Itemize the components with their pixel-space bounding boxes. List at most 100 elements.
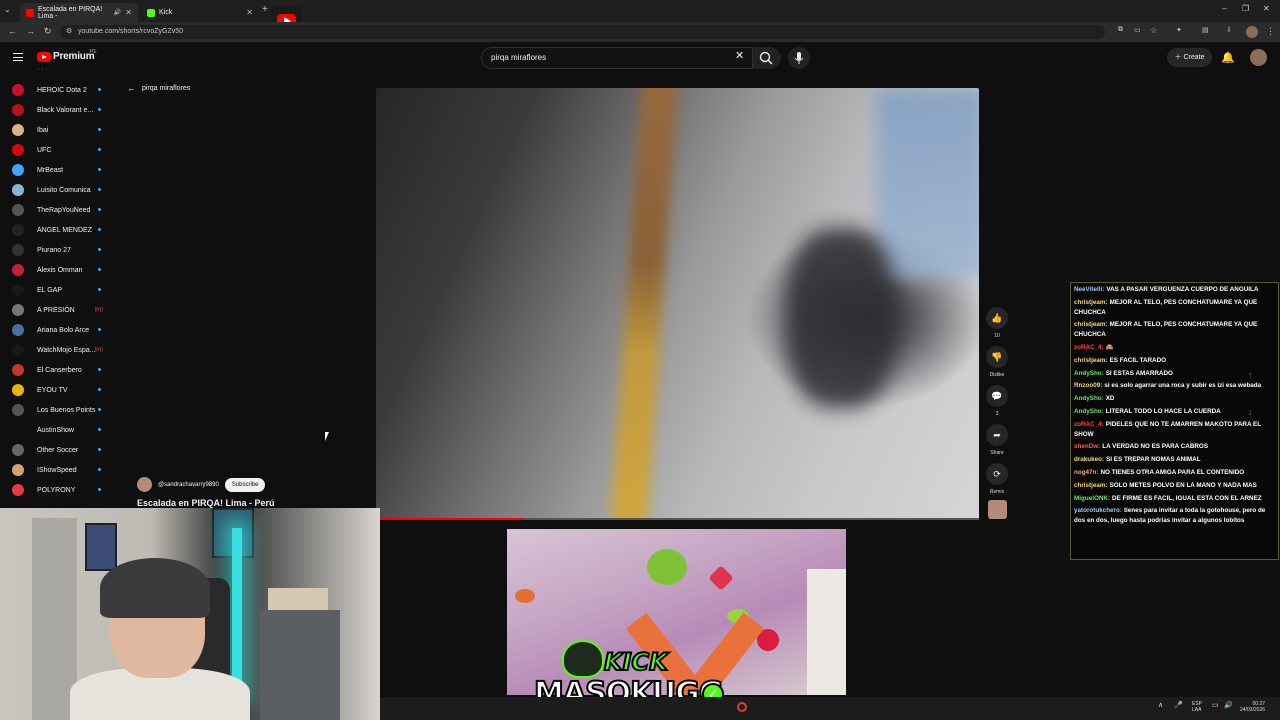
back-arrow-icon[interactable]: ←	[8, 26, 17, 36]
sidebar-subscription-item[interactable]: Alexis Omman	[12, 263, 107, 277]
share-button[interactable]: ➦ Share	[986, 424, 1008, 456]
stream-chat-overlay: NeeVitelli: VAS A PASAR VERGUENZA CUERPO …	[1070, 282, 1279, 560]
channel-thumbnail[interactable]	[988, 500, 1007, 519]
chat-username[interactable]: christjeam:	[1074, 482, 1108, 489]
sidebar-subscription-item[interactable]: EL GAP	[12, 283, 107, 297]
chat-username[interactable]: nog47n:	[1074, 469, 1099, 476]
channel-avatar	[12, 324, 24, 336]
tab-youtube[interactable]: Escalada en PIRQA! Lima - 🔊 ✕	[20, 3, 138, 22]
chat-username[interactable]: NeeVitelli:	[1074, 286, 1104, 293]
chat-username[interactable]: AndySho:	[1074, 370, 1104, 377]
sidebar-subscription-item[interactable]: Black Valorant e...	[12, 103, 107, 117]
site-info-icon[interactable]: ⚙	[66, 25, 72, 39]
language-indicator[interactable]: ESP LAA	[1192, 701, 1202, 713]
volume-icon[interactable]: 🔊	[1224, 701, 1233, 709]
remix-button[interactable]: ⟳ Remix	[986, 463, 1008, 495]
youtube-premium-wordmark[interactable]: Premium	[53, 51, 95, 62]
chat-username[interactable]: Rnzoo09:	[1074, 382, 1102, 389]
forward-arrow-icon[interactable]: →	[26, 26, 35, 36]
create-button[interactable]: ＋ Create	[1167, 48, 1212, 67]
search-input[interactable]: pirqa miraflores	[481, 47, 753, 69]
extensions-icon[interactable]: ✦	[1176, 26, 1182, 34]
sidebar-subscription-item[interactable]: WatchMojo Espa... ((•))	[12, 343, 107, 357]
chat-username[interactable]: christjeam:	[1074, 321, 1108, 328]
browser-menu-icon[interactable]: ⋮	[1266, 26, 1275, 37]
shorts-back-link[interactable]: ← pirqa miraflores	[127, 83, 190, 93]
mouse-cursor-icon	[325, 432, 332, 441]
sidebar-subscription-item[interactable]: Los Buenos Points	[12, 403, 107, 417]
chat-message: nog47n: NO TIENES OTRA AMIGA PARA EL CONT…	[1074, 468, 1275, 478]
translate-icon[interactable]: ⧉	[1118, 26, 1123, 34]
subscription-label: ANGEL MENDEZ	[37, 226, 92, 234]
chat-username[interactable]: yatorotukchero:	[1074, 507, 1122, 514]
sidebar-subscription-item[interactable]: EYOU TV	[12, 383, 107, 397]
downloads-icon[interactable]: ⇩	[1226, 26, 1232, 34]
thumbs-up-icon: 👍	[986, 307, 1008, 329]
shorts-video-player[interactable]	[376, 88, 979, 520]
menu-hamburger-icon[interactable]	[13, 53, 23, 61]
sidebar-subscription-item[interactable]: Ibai	[12, 123, 107, 137]
speaker-icon[interactable]: 🔊	[114, 9, 121, 16]
subscribe-button[interactable]: Subscribe	[224, 477, 266, 492]
minimize-button[interactable]: –	[1222, 4, 1226, 13]
tray-chevron-icon[interactable]: ∧	[1158, 701, 1163, 709]
profile-avatar[interactable]	[1246, 26, 1258, 38]
sidebar-subscription-item[interactable]: Ariana Bolo Arce	[12, 323, 107, 337]
sidebar-subscription-item[interactable]: Luisito Comunica	[12, 183, 107, 197]
network-icon[interactable]: ▭	[1212, 701, 1219, 709]
tab-close-icon[interactable]: ✕	[125, 8, 132, 17]
chat-username[interactable]: AndySho:	[1074, 395, 1104, 402]
tab-list-icon[interactable]: ⌄	[4, 5, 11, 14]
address-bar[interactable]: ⚙ youtube.com/shorts/rcvoZyGZv50	[60, 25, 1105, 39]
search-button[interactable]	[753, 47, 781, 69]
sidebar-subscription-item[interactable]: TheRapYouNeed	[12, 203, 107, 217]
comments-button[interactable]: 💬 3	[986, 385, 1008, 417]
reload-icon[interactable]: ↻	[44, 26, 52, 37]
sidebar-subscription-item[interactable]: IShowSpeed	[12, 463, 107, 477]
maximize-button[interactable]: ❐	[1242, 4, 1249, 13]
voice-search-button[interactable]	[788, 47, 810, 69]
sidebar-subscription-item[interactable]: AustinShow	[12, 423, 107, 437]
channel-avatar	[12, 384, 24, 396]
account-avatar[interactable]	[1250, 49, 1267, 66]
sidebar-subscription-item[interactable]: ANGEL MENDEZ	[12, 223, 107, 237]
chat-username[interactable]: christjeam:	[1074, 357, 1108, 364]
channel-handle[interactable]: @sandrachavarry9890	[158, 482, 219, 488]
tab-close-icon[interactable]: ✕	[246, 8, 253, 17]
taskbar-app-icon[interactable]	[737, 702, 747, 712]
close-window-button[interactable]: ✕	[1263, 4, 1270, 13]
chat-username[interactable]: MiguelONK:	[1074, 495, 1110, 502]
channel-avatar[interactable]	[137, 477, 152, 492]
tray-mic-icon[interactable]: 🎤	[1174, 701, 1183, 709]
bookmark-star-icon[interactable]: ☆	[1150, 26, 1157, 35]
chat-message: Rnzoo09: si es solo agarrar una roca y su…	[1074, 381, 1275, 391]
clear-search-icon[interactable]: ✕	[735, 49, 744, 62]
new-tab-button[interactable]: +	[262, 4, 268, 15]
like-button[interactable]: 👍 10	[986, 307, 1008, 339]
chat-username[interactable]: AndySho:	[1074, 408, 1104, 415]
sidebar-subscription-item[interactable]: MrBeast	[12, 163, 107, 177]
sidebar-subscription-item[interactable]: Other Soccer	[12, 443, 107, 457]
youtube-logo-icon[interactable]	[37, 52, 51, 62]
chat-username[interactable]: zoRAC_4:	[1074, 344, 1104, 351]
side-panel-icon[interactable]: ▤	[1202, 26, 1209, 34]
chat-scroll-down-icon[interactable]: ↓	[1248, 407, 1253, 417]
sidebar-subscription-item[interactable]: A PRESIÓN ((•))	[12, 303, 107, 317]
sidebar-subscription-item[interactable]: Piurano 27	[12, 243, 107, 257]
notifications-bell-icon[interactable]: 🔔	[1221, 51, 1235, 64]
chat-username[interactable]: drakukeo:	[1074, 456, 1104, 463]
system-clock[interactable]: 00:27 24/03/2026	[1240, 701, 1265, 713]
dislike-button[interactable]: 👎 Dislike	[986, 346, 1008, 378]
chat-scroll-up-icon[interactable]: ↑	[1248, 370, 1253, 380]
sidebar-subscription-item[interactable]: El Canserbero	[12, 363, 107, 377]
chat-username[interactable]: zoRAC_4:	[1074, 421, 1104, 428]
channel-info: @sandrachavarry9890 Subscribe	[137, 477, 266, 492]
tab-kick[interactable]: Kick ✕	[141, 3, 259, 22]
chat-username[interactable]: shenDw:	[1074, 443, 1100, 450]
sidebar-subscription-item[interactable]: POLYRONY	[12, 483, 107, 497]
sidebar-subscription-item[interactable]: UFC	[12, 143, 107, 157]
chat-username[interactable]: christjeam:	[1074, 299, 1108, 306]
cast-icon[interactable]: ▭	[1134, 26, 1141, 34]
sidebar-subscription-item[interactable]: HEROIC Dota 2	[12, 83, 107, 97]
video-title[interactable]: Escalada en PIRQA! Lima - Perú	[137, 498, 275, 508]
